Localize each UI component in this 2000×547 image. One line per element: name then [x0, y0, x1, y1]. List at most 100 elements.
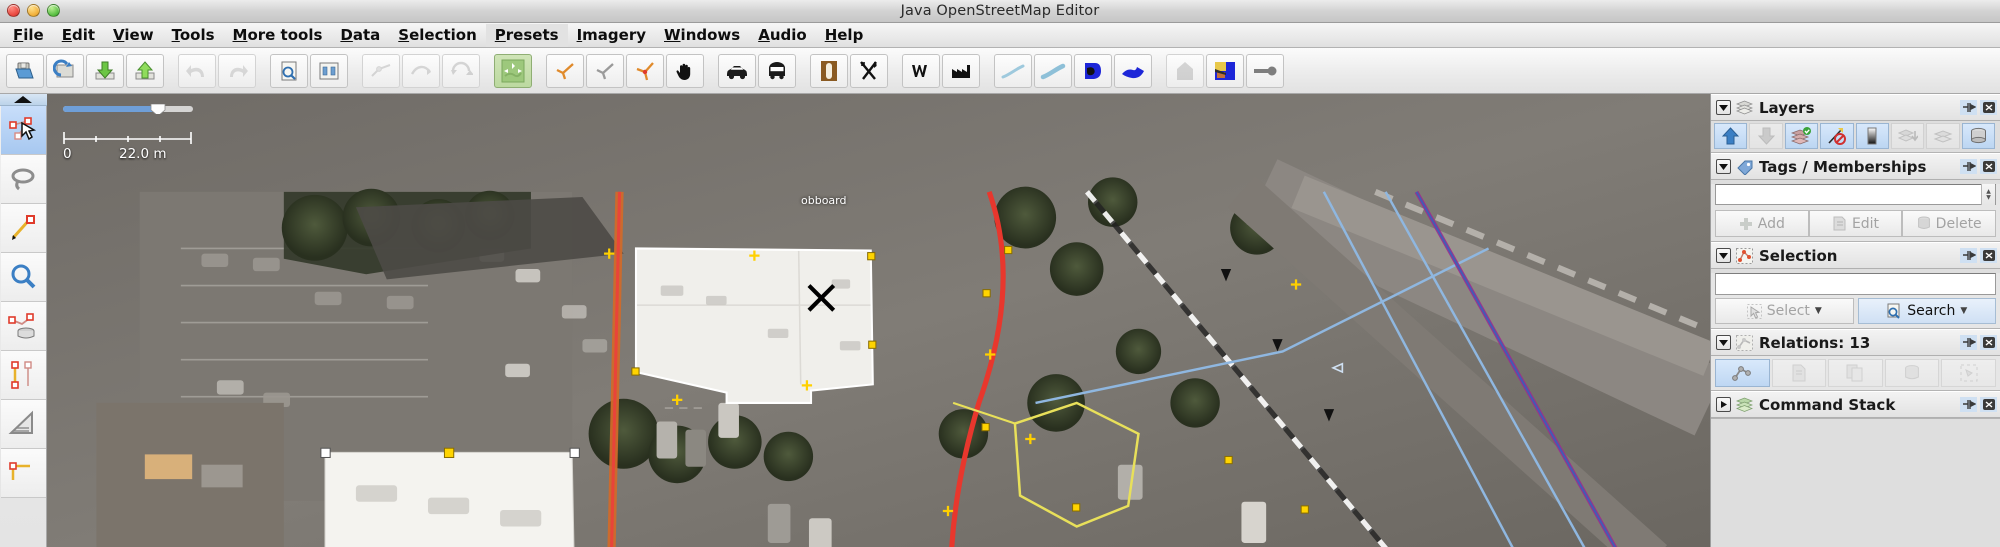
pin-icon[interactable] — [1960, 335, 1977, 350]
menu-windows[interactable]: Windows — [655, 24, 749, 47]
open-file-button[interactable] — [6, 53, 44, 88]
menu-audio[interactable]: Audio — [749, 24, 815, 47]
merge-layer-button[interactable] — [1890, 123, 1925, 149]
move-layer-down-button[interactable] — [1749, 123, 1783, 149]
preset-building-button[interactable] — [1166, 53, 1204, 88]
add-tag-button[interactable]: Add — [1715, 210, 1809, 237]
command-stack-collapse-toggle[interactable] — [1716, 397, 1731, 412]
preset-door-button[interactable] — [810, 53, 848, 88]
edit-tag-button[interactable]: Edit — [1808, 210, 1903, 237]
preset-lake-button[interactable] — [1074, 53, 1112, 88]
menu-view[interactable]: View — [104, 24, 163, 47]
collapse-toolbar-button[interactable] — [0, 94, 47, 106]
zoom-slider-handle[interactable] — [150, 104, 166, 114]
search-caret-icon[interactable]: ▼ — [1960, 306, 1967, 316]
extrude-tool-button[interactable] — [0, 449, 46, 498]
delete-tag-button[interactable]: Delete — [1902, 210, 1997, 237]
validator-3-button[interactable] — [626, 53, 664, 88]
search-button[interactable] — [270, 53, 308, 88]
preset-stream-button[interactable] — [994, 53, 1032, 88]
menu-file[interactable]: File — [4, 24, 53, 47]
layer-opacity-button[interactable] — [1855, 123, 1889, 149]
preset-landuse-button[interactable] — [1206, 53, 1244, 88]
tag-filter-field[interactable]: ▲ ▼ — [1715, 184, 1996, 205]
imagery-layer-button[interactable] — [494, 53, 532, 88]
new-relation-button[interactable] — [1715, 359, 1770, 387]
command-stack-panel-buttons[interactable] — [1960, 397, 1997, 412]
validator-2-button[interactable] — [586, 53, 624, 88]
activate-layer-button[interactable] — [1784, 123, 1819, 149]
preset-factory-button[interactable] — [942, 53, 980, 88]
undo-button[interactable] — [178, 53, 216, 88]
select-button[interactable]: Select ▼ — [1715, 298, 1854, 324]
preset-shop-button[interactable] — [902, 53, 940, 88]
tags-collapse-toggle[interactable] — [1716, 159, 1731, 174]
close-icon[interactable] — [1980, 100, 1997, 115]
close-icon[interactable] — [1980, 248, 1997, 263]
combine-way-button[interactable] — [402, 53, 440, 88]
layers-panel-header[interactable]: Layers — [1711, 94, 2000, 121]
search-button[interactable]: Search ▼ — [1857, 298, 1996, 324]
menu-imagery[interactable]: Imagery — [568, 24, 655, 47]
selection-panel-header[interactable]: Selection — [1711, 242, 2000, 269]
parallel-tool-button[interactable] — [0, 351, 46, 400]
edit-relation-button[interactable] — [1771, 359, 1827, 387]
redo-button[interactable] — [218, 53, 256, 88]
map-imagery[interactable] — [47, 94, 1710, 547]
select-caret-icon[interactable]: ▼ — [1815, 306, 1822, 316]
zoom-slider[interactable] — [63, 104, 193, 114]
preset-restaurant-button[interactable] — [850, 53, 888, 88]
pin-icon[interactable] — [1960, 100, 1977, 115]
tags-panel-header[interactable]: Tags / Memberships — [1711, 153, 2000, 180]
preset-bus-button[interactable] — [758, 53, 796, 88]
validator-1-button[interactable] — [546, 53, 584, 88]
preset-water-button[interactable] — [1114, 53, 1152, 88]
layers-panel-buttons[interactable] — [1960, 100, 1997, 115]
window-controls[interactable] — [7, 4, 60, 17]
reverse-way-button[interactable] — [442, 53, 480, 88]
pin-icon[interactable] — [1960, 159, 1977, 174]
delete-tool-button[interactable] — [0, 302, 46, 351]
delete-layer-button[interactable] — [1961, 123, 1995, 149]
tags-panel-buttons[interactable] — [1960, 159, 1997, 174]
relations-panel-header[interactable]: Relations: 13 — [1711, 329, 2000, 356]
command-stack-panel-header[interactable]: Command Stack — [1711, 391, 2000, 418]
move-layer-up-button[interactable] — [1714, 123, 1748, 149]
download-data-button[interactable] — [46, 53, 84, 88]
selection-collapse-toggle[interactable] — [1716, 248, 1731, 263]
draw-tool-button[interactable] — [0, 204, 46, 253]
duplicate-layer-button[interactable] — [1926, 123, 1960, 149]
relations-panel-buttons[interactable] — [1960, 335, 1997, 350]
zoom-tool-button[interactable] — [0, 253, 46, 302]
pin-icon[interactable] — [1960, 248, 1977, 263]
menu-more-tools[interactable]: More tools — [224, 24, 332, 47]
duplicate-relation-button[interactable] — [1828, 359, 1883, 387]
preferences-button[interactable] — [310, 53, 348, 88]
menu-data[interactable]: Data — [331, 24, 389, 47]
menu-tools[interactable]: Tools — [163, 24, 224, 47]
close-icon[interactable] — [1980, 397, 1997, 412]
upload-data-button[interactable] — [126, 53, 164, 88]
preset-barrier-button[interactable] — [1246, 53, 1284, 88]
menu-edit[interactable]: Edit — [53, 24, 104, 47]
improve-way-tool-button[interactable] — [0, 400, 46, 449]
pan-hand-button[interactable] — [666, 53, 704, 88]
close-icon[interactable] — [1980, 159, 1997, 174]
selection-panel-buttons[interactable] — [1960, 248, 1997, 263]
layers-collapse-toggle[interactable] — [1716, 100, 1731, 115]
preset-car-button[interactable] — [718, 53, 756, 88]
menu-selection[interactable]: Selection — [389, 24, 486, 47]
delete-relation-button[interactable] — [1884, 359, 1940, 387]
close-icon[interactable] — [1980, 335, 1997, 350]
minimize-window-button[interactable] — [27, 4, 40, 17]
pin-icon[interactable] — [1960, 397, 1977, 412]
close-window-button[interactable] — [7, 4, 20, 17]
select-tool-button[interactable] — [0, 106, 46, 155]
selection-list[interactable] — [1715, 273, 1996, 295]
toggle-visibility-button[interactable] — [1820, 123, 1854, 149]
relations-collapse-toggle[interactable] — [1716, 335, 1731, 350]
tag-filter-spinner[interactable]: ▲ ▼ — [1981, 184, 1995, 205]
save-data-button[interactable] — [86, 53, 124, 88]
preset-river-button[interactable] — [1034, 53, 1072, 88]
map-canvas[interactable]: 0 22.0 m obboard — [47, 94, 1710, 547]
